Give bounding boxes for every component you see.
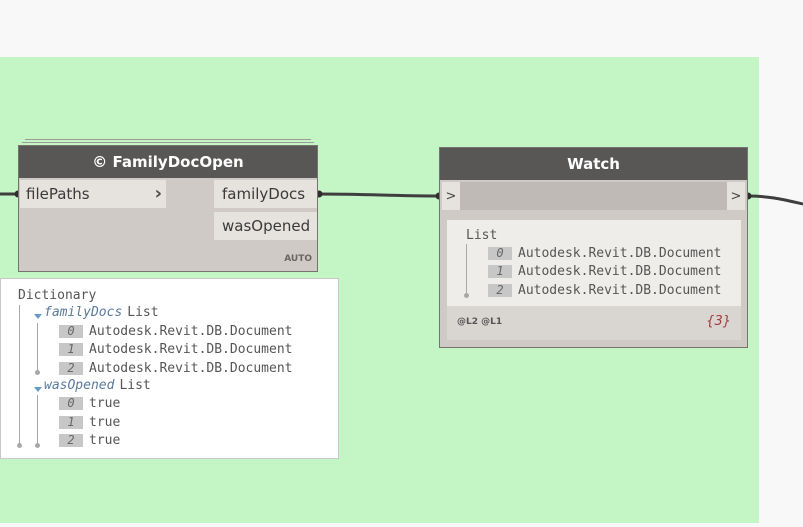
list-item: 1 Autodesk.Revit.DB.Document (59, 342, 293, 357)
list-levels[interactable]: @L2 @L1 (457, 317, 502, 327)
list-item: 0 Autodesk.Revit.DB.Document (59, 324, 293, 339)
node-stack-line (25, 139, 311, 140)
input-port-filepaths[interactable]: filePaths › (20, 180, 166, 208)
lacing-label[interactable]: AUTO (284, 254, 312, 264)
item-value: Autodesk.Revit.DB.Document (518, 264, 722, 279)
list-item: 0 Autodesk.Revit.DB.Document (488, 246, 722, 261)
watch-footer: @L2 @L1 {3} (447, 306, 741, 340)
port-label: filePaths (26, 185, 90, 203)
item-value: Autodesk.Revit.DB.Document (89, 361, 293, 376)
preview-root-label: Dictionary (18, 288, 97, 303)
dictionary-key: familyDocs (44, 305, 123, 320)
tree-end-dot (464, 293, 469, 298)
tree-end-dot (17, 443, 22, 448)
item-count: {3} (706, 314, 731, 329)
item-index: 0 (59, 325, 83, 338)
expand-arrow-icon[interactable] (34, 314, 42, 319)
item-value: Autodesk.Revit.DB.Document (89, 342, 293, 357)
port-label: wasOpened (222, 217, 311, 235)
node-stack-line (22, 142, 314, 143)
list-item: 0 true (59, 396, 120, 411)
tree-line (37, 323, 38, 372)
dictionary-preview[interactable]: Dictionary familyDocs List 0 Autodesk.Re… (0, 278, 339, 459)
tree-line (19, 305, 20, 446)
watch-output-port[interactable]: > (727, 182, 745, 210)
node-title[interactable]: Watch (440, 148, 747, 180)
expand-arrow-icon[interactable] (34, 387, 42, 392)
tree-end-dot (35, 370, 40, 375)
dictionary-key: wasOpened (44, 378, 115, 393)
item-index: 2 (488, 284, 512, 297)
list-label: List (466, 228, 498, 243)
dictionary-key-row: familyDocs List (44, 305, 159, 320)
item-index: 1 (488, 265, 512, 278)
item-index: 2 (59, 434, 83, 447)
port-label: familyDocs (222, 185, 306, 203)
list-item: 2 true (59, 433, 120, 448)
list-item: 2 Autodesk.Revit.DB.Document (488, 283, 722, 298)
wire-watch-output (747, 194, 803, 206)
list-item: 1 Autodesk.Revit.DB.Document (488, 264, 722, 279)
watch-list-panel[interactable]: List 0 Autodesk.Revit.DB.Document 1 Auto… (447, 220, 741, 306)
family-doc-open-node[interactable]: © FamilyDocOpen filePaths › familyDocs w… (18, 145, 318, 272)
list-item: 2 Autodesk.Revit.DB.Document (59, 361, 293, 376)
chevron-right-icon: › (154, 183, 162, 204)
watch-input-port[interactable]: > (442, 182, 460, 210)
tree-line (37, 395, 38, 446)
item-index: 0 (488, 247, 512, 260)
item-value: true (89, 396, 121, 411)
node-title[interactable]: © FamilyDocOpen (19, 146, 317, 178)
tree-end-dot (35, 443, 40, 448)
item-index: 0 (59, 397, 83, 410)
item-value: Autodesk.Revit.DB.Document (518, 246, 722, 261)
wire-familydocs-to-watch (318, 192, 440, 198)
item-value: true (89, 415, 121, 430)
dictionary-key-row: wasOpened List (44, 378, 151, 393)
dictionary-type: List (119, 378, 151, 393)
item-index: 2 (59, 362, 83, 375)
item-value: Autodesk.Revit.DB.Document (89, 324, 293, 339)
tree-line (466, 244, 467, 295)
output-port-familydocs[interactable]: familyDocs (214, 180, 317, 208)
item-value: true (89, 433, 121, 448)
dictionary-type: List (127, 305, 159, 320)
item-index: 1 (59, 416, 83, 429)
output-port-wasopened[interactable]: wasOpened (214, 212, 317, 240)
item-value: Autodesk.Revit.DB.Document (518, 283, 722, 298)
watch-node[interactable]: Watch > > List 0 Autodesk.Revit.DB.Docum… (439, 147, 748, 348)
item-index: 1 (59, 343, 83, 356)
watch-port-bar: > > (442, 182, 745, 210)
list-item: 1 true (59, 415, 120, 430)
